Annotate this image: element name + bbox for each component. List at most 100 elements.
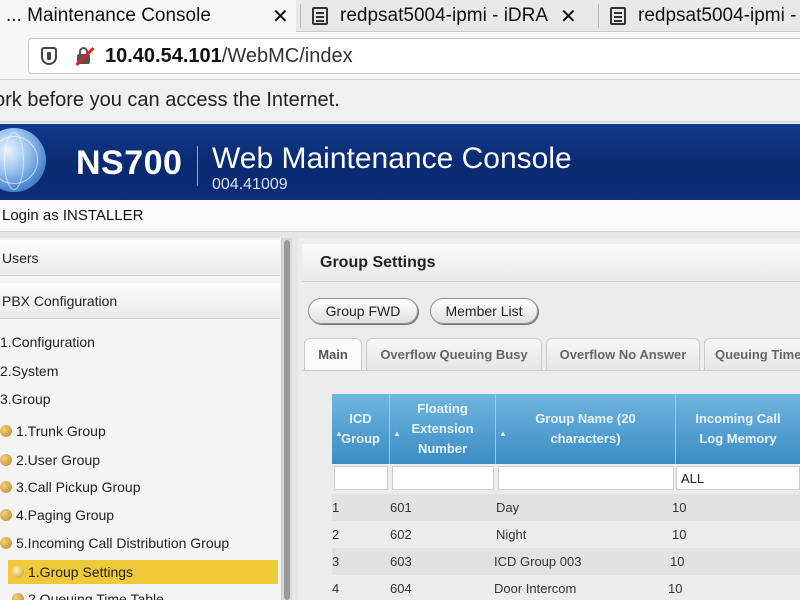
column-header-label: Group Name (20 characters)	[535, 411, 636, 446]
cell-group: 2	[332, 527, 340, 542]
sidebar-item-label: Users	[2, 249, 39, 266]
browser-toolbar: 10.40.54.101/WebMC/index	[0, 32, 800, 80]
cell-group: 1	[332, 500, 340, 515]
insecure-lock-icon[interactable]	[75, 46, 95, 67]
page-title: Group Settings	[320, 253, 436, 271]
tab-main[interactable]: Main	[304, 338, 362, 370]
tab-divider	[300, 4, 301, 28]
sidebar-item-group-settings[interactable]: 1.Group Settings	[8, 560, 278, 584]
sidebar-item-label: 2.Queuing Time Table	[28, 591, 164, 600]
sidebar-section-pbx-configuration[interactable]: PBX Configuration	[0, 283, 280, 319]
tab-title: redpsat5004-ipmi - iDRA	[340, 5, 549, 26]
sidebar-item-call-pickup-group[interactable]: 3.Call Pickup Group	[0, 476, 280, 498]
sidebar-scrollbar-thumb[interactable]	[284, 240, 290, 600]
sidebar-item-trunk-group[interactable]: 1.Trunk Group	[0, 420, 280, 442]
page-icon	[610, 7, 626, 25]
cell-name: Night	[496, 527, 527, 542]
column-header-icd-group[interactable]: ▲ ICD Group	[332, 394, 390, 464]
browser-tab-idrac-2[interactable]: redpsat5004-ipmi -	[610, 0, 800, 32]
sidebar-item-label: 3.Call Pickup Group	[16, 479, 141, 495]
cell-name: ICD Group 003	[494, 554, 582, 569]
sidebar-item-group[interactable]: 3.Group	[0, 388, 280, 410]
browser-tab-idrac-1[interactable]: redpsat5004-ipmi - iDRA ✕	[312, 0, 594, 32]
column-header-label: Floating Extension Number	[411, 401, 474, 456]
url-text[interactable]: 10.40.54.101/WebMC/index	[105, 45, 353, 68]
page-icon	[312, 7, 328, 25]
tab-title: redpsat5004-ipmi -	[638, 5, 797, 26]
tab-title: ... Maintenance Console	[6, 5, 211, 26]
sidebar-item-label: 4.Paging Group	[16, 507, 115, 523]
sidebar-item-label: 2.User Group	[16, 452, 101, 468]
cell-log-memory: 10	[668, 581, 683, 596]
sidebar-item-icd-group[interactable]: 5.Incoming Call Distribution Group	[0, 532, 280, 554]
table-row[interactable]: 2 602 Night 10	[332, 521, 800, 548]
model-name: NS700	[76, 144, 183, 182]
column-header-incoming-call-log[interactable]: Incoming Call Log Memory	[676, 394, 800, 464]
sidebar-item-label: 1.Group Settings	[28, 564, 134, 580]
app-header: NS700 Web Maintenance Console 004.41009	[0, 124, 800, 200]
app-version: 004.41009	[212, 176, 288, 193]
table-row[interactable]: 4 604 Door Intercom 10	[332, 575, 800, 600]
tab-divider	[598, 4, 599, 28]
sidebar-item-configuration[interactable]: 1.Configuration	[0, 331, 280, 353]
cell-name: Day	[496, 500, 520, 515]
login-status-bar: Login as INSTALLER	[0, 200, 800, 232]
filter-input-extension[interactable]	[392, 466, 494, 490]
group-fwd-button[interactable]: Group FWD	[308, 298, 418, 324]
browser-tab-bar: ... Maintenance Console ✕ redpsat5004-ip…	[0, 0, 800, 32]
sidebar-item-label: 3.Group	[0, 391, 51, 407]
cell-extension: 601	[390, 500, 412, 515]
cell-extension: 602	[390, 527, 412, 542]
sidebar-item-paging-group[interactable]: 4.Paging Group	[0, 504, 280, 526]
sort-icon: ▲	[393, 429, 401, 438]
folder-icon	[0, 481, 12, 493]
cell-extension: 604	[390, 581, 412, 596]
cell-extension: 603	[390, 554, 412, 569]
filter-input-group[interactable]	[334, 466, 388, 490]
tab-queuing-time[interactable]: Queuing Time	[704, 338, 800, 370]
sort-icon: ▲	[499, 429, 507, 438]
folder-icon	[0, 509, 12, 521]
filter-value: ALL	[681, 470, 705, 486]
address-bar[interactable]: 10.40.54.101/WebMC/index	[28, 38, 800, 74]
column-header-label: ICD Group	[341, 411, 380, 446]
folder-icon	[12, 593, 24, 600]
member-list-button[interactable]: Member List	[430, 298, 538, 324]
login-status: Login as INSTALLER	[2, 207, 144, 224]
sidebar-item-label: PBX Configuration	[2, 292, 118, 309]
globe-logo-icon	[0, 128, 46, 192]
column-header-group-name[interactable]: ▲ Group Name (20 characters)	[496, 394, 676, 464]
cell-group: 3	[332, 554, 340, 569]
sidebar-item-user-group[interactable]: 2.User Group	[0, 449, 280, 471]
table-row[interactable]: 3 603 ICD Group 003 10	[332, 548, 800, 575]
sidebar-item-label: 2.System	[0, 363, 59, 379]
tab-overflow-queuing-busy[interactable]: Overflow Queuing Busy	[366, 338, 542, 370]
cell-log-memory: 10	[672, 527, 687, 542]
url-host: 10.40.54.101	[105, 44, 222, 67]
cell-log-memory: 10	[672, 500, 687, 515]
cell-log-memory: 10	[670, 554, 685, 569]
column-header-floating-extension[interactable]: ▲ Floating Extension Number	[390, 394, 496, 464]
sort-icon: ▲	[335, 429, 343, 438]
sidebar-section-users[interactable]: Users	[0, 240, 280, 276]
notice-text: ork before you can access the Internet.	[0, 89, 340, 111]
sidebar-item-label: 1.Configuration	[0, 334, 95, 350]
folder-icon	[0, 537, 12, 549]
filter-select-log-memory[interactable]: ALL	[676, 466, 800, 490]
sidebar-item-queuing-time-table[interactable]: 2.Queuing Time Table	[12, 588, 292, 600]
app-title: Web Maintenance Console	[212, 142, 572, 175]
folder-icon	[0, 454, 12, 466]
sidebar-item-label: 5.Incoming Call Distribution Group	[16, 535, 230, 551]
close-icon[interactable]: ✕	[272, 4, 289, 29]
table-row[interactable]: 1 601 Day 10	[332, 494, 800, 521]
folder-icon	[12, 566, 24, 578]
browser-tab-maintenance-console[interactable]: ... Maintenance Console ✕	[0, 0, 296, 32]
shield-icon[interactable]	[41, 47, 57, 65]
close-icon[interactable]: ✕	[560, 4, 577, 29]
filter-input-name[interactable]	[498, 466, 674, 490]
tab-overflow-no-answer[interactable]: Overflow No Answer	[546, 338, 700, 370]
sidebar-item-system[interactable]: 2.System	[0, 360, 280, 382]
column-header-label: Incoming Call Log Memory	[695, 411, 781, 446]
tabs-divider	[302, 370, 800, 371]
url-path: /WebMC/index	[221, 44, 353, 67]
